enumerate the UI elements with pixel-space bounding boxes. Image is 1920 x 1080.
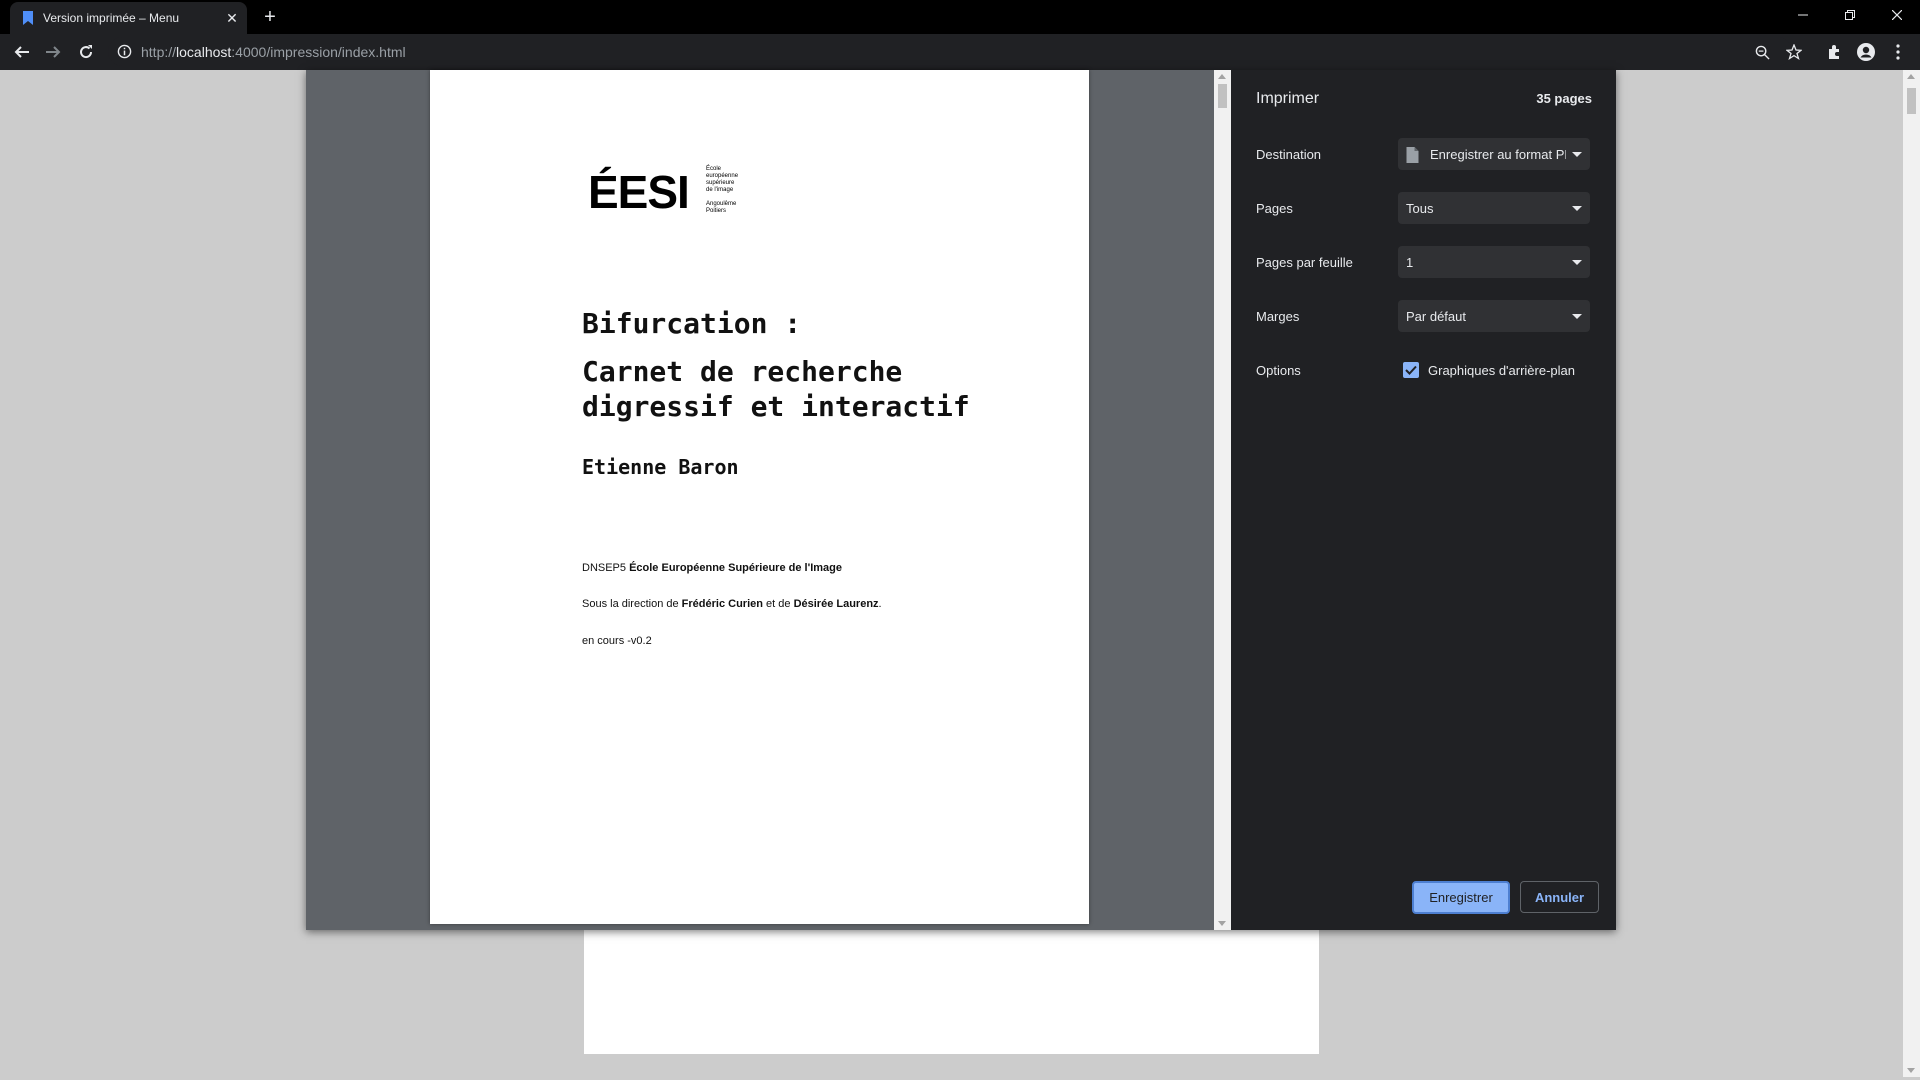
margins-select[interactable]: Par défaut — [1398, 300, 1590, 332]
forward-icon[interactable] — [41, 40, 65, 64]
doc-title-line3: digressif et interactif — [582, 390, 970, 423]
doc-author: Etienne Baron — [582, 455, 739, 479]
print-dialog: ÉESI École européenne supérieure de l'im… — [306, 70, 1616, 930]
back-icon[interactable] — [10, 40, 34, 64]
browser-toolbar: http://localhost:4000/impression/index.h… — [0, 34, 1920, 70]
scrollbar-thumb[interactable] — [1907, 88, 1916, 114]
restore-icon[interactable] — [1827, 0, 1873, 30]
doc-school: DNSEP5 École Européenne Supérieure de l'… — [582, 562, 842, 574]
chevron-down-icon — [1572, 314, 1582, 319]
minimize-icon[interactable] — [1780, 0, 1826, 30]
reload-icon[interactable] — [74, 40, 98, 64]
save-button[interactable]: Enregistrer — [1412, 881, 1510, 914]
bookmark-star-icon[interactable] — [1784, 42, 1804, 62]
tab-title: Version imprimée – Menu — [43, 11, 180, 25]
zoom-icon[interactable] — [1752, 42, 1772, 62]
preview-page: ÉESI École européenne supérieure de l'im… — [430, 70, 1089, 924]
title-bar: Version imprimée – Menu ✕ + — [0, 0, 1920, 34]
chevron-down-icon — [1572, 206, 1582, 211]
scroll-down-icon[interactable] — [1907, 1068, 1915, 1073]
checkmark-icon — [1405, 365, 1417, 375]
margins-label: Marges — [1256, 309, 1300, 324]
pages-label: Pages — [1256, 201, 1293, 216]
background-graphics-label[interactable]: Graphiques d'arrière-plan — [1428, 363, 1575, 378]
options-label: Options — [1256, 363, 1301, 378]
destination-select[interactable]: Enregistrer au format PDF — [1398, 138, 1590, 170]
chevron-down-icon — [1572, 152, 1582, 157]
logo-mark: ÉESI — [588, 166, 690, 218]
pages-select[interactable]: Tous — [1398, 192, 1590, 224]
info-icon[interactable] — [117, 44, 132, 59]
extensions-icon[interactable] — [1822, 40, 1846, 64]
doc-title-line2: Carnet de recherche — [582, 355, 903, 388]
pages-per-sheet-label: Pages par feuille — [1256, 255, 1353, 270]
menu-icon[interactable] — [1886, 40, 1910, 64]
address-bar[interactable]: http://localhost:4000/impression/index.h… — [108, 37, 1802, 66]
doc-status: en cours -v0.2 — [582, 635, 652, 647]
background-graphics-checkbox[interactable] — [1403, 362, 1419, 378]
margins-value: Par défaut — [1406, 309, 1466, 324]
pages-value: Tous — [1406, 201, 1434, 216]
bookmark-icon — [23, 11, 33, 25]
pdf-file-icon — [1406, 147, 1419, 163]
close-tab-icon[interactable]: ✕ — [223, 9, 241, 27]
print-settings: Imprimer 35 pages Destination Enregistre… — [1231, 70, 1616, 930]
profile-icon[interactable] — [1854, 40, 1878, 64]
page-scrollbar[interactable] — [1903, 70, 1920, 1077]
preview-scroll-up-icon[interactable] — [1218, 74, 1226, 79]
browser-tab[interactable]: Version imprimée – Menu ✕ — [10, 2, 247, 34]
print-title: Imprimer — [1256, 90, 1320, 107]
new-tab-icon[interactable]: + — [258, 6, 282, 30]
doc-title-line1: Bifurcation : — [582, 307, 802, 340]
logo-caption: École européenne supérieure de l'image A… — [706, 166, 739, 214]
eesi-logo: ÉESI École européenne supérieure de l'im… — [582, 162, 752, 228]
print-preview: ÉESI École européenne supérieure de l'im… — [306, 70, 1231, 930]
doc-direction: Sous la direction de Frédéric Curien et … — [582, 598, 882, 610]
preview-scrollbar-thumb[interactable] — [1218, 84, 1227, 108]
scroll-up-icon[interactable] — [1907, 74, 1915, 79]
pages-per-sheet-select[interactable]: 1 — [1398, 246, 1590, 278]
destination-value: Enregistrer au format PDF — [1430, 147, 1566, 162]
destination-label: Destination — [1256, 147, 1322, 162]
preview-scroll-down-icon[interactable] — [1218, 921, 1226, 926]
page-count: 35 pages — [1536, 91, 1592, 106]
chevron-down-icon — [1572, 260, 1582, 265]
close-window-icon[interactable] — [1874, 0, 1920, 30]
url-text: http://localhost:4000/impression/index.h… — [141, 44, 406, 60]
pages-per-sheet-value: 1 — [1406, 255, 1414, 270]
preview-scrollbar[interactable] — [1214, 70, 1231, 930]
cancel-button[interactable]: Annuler — [1520, 881, 1599, 913]
